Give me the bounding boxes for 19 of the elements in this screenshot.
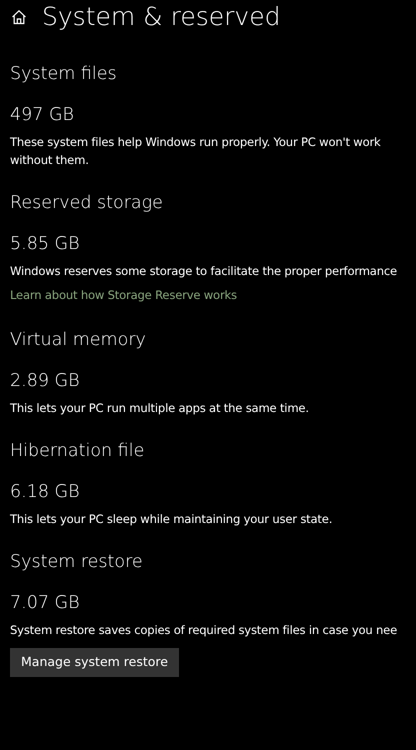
section-heading: Reserved storage: [10, 192, 164, 215]
size-value: 5.85 GB: [10, 233, 81, 256]
section-heading: Hibernation file: [10, 440, 146, 463]
page-title: System & reserved: [42, 1, 280, 33]
size-value: 7.07 GB: [10, 592, 81, 615]
description-text: These system files help Windows run properly. Your PC won't work without them.: [10, 134, 382, 169]
description-text: This lets your PC sleep while maintaining your user state.: [10, 511, 334, 528]
description-text: Windows reserves some storage to facilitate the proper performance: [10, 263, 398, 280]
manage-button[interactable]: Manage system restore: [10, 648, 179, 677]
learn-more-link[interactable]: Learn about how Storage Reserve works: [10, 286, 237, 304]
section-heading: System restore: [10, 551, 144, 574]
size-value: 2.89 GB: [10, 370, 81, 393]
size-value: 497 GB: [10, 104, 75, 127]
description-text: System restore saves copies of required system files in case you nee: [10, 622, 398, 639]
size-value: 6.18 GB: [10, 481, 81, 504]
section-heading: System files: [10, 63, 118, 86]
description-text: This lets your PC run multiple apps at the same time.: [10, 400, 310, 417]
home-icon[interactable]: [11, 9, 27, 25]
section-heading: Virtual memory: [10, 329, 147, 352]
